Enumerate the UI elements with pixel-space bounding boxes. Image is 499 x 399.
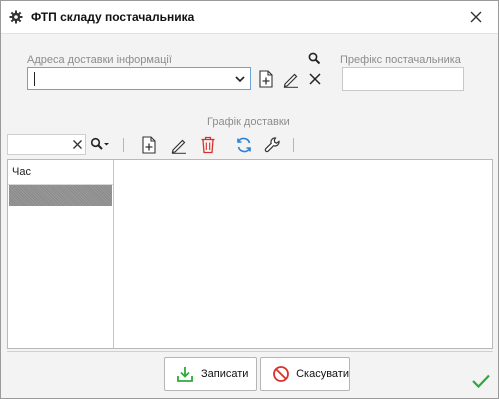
prefix-input[interactable] [342,67,464,91]
address-label: Адреса доставки інформації [27,54,172,66]
download-icon [175,364,195,384]
toolbar-separator [293,138,294,152]
prohibited-icon [271,364,290,384]
schedule-label: Графік доставки [207,116,290,128]
settings-button[interactable] [263,135,283,155]
trash-icon [201,136,215,154]
search-options-button[interactable] [89,134,111,154]
column-header-time[interactable]: Час [8,160,113,185]
search-icon [308,52,320,64]
cancel-button[interactable]: Скасувати [260,357,350,391]
pencil-icon [283,73,298,88]
dialog-window: ФТП складу постачальника Адреса доставки… [0,0,499,399]
schedule-search-box[interactable] [7,134,86,155]
refresh-button[interactable] [234,135,254,155]
schedule-grid[interactable]: Час [7,159,493,349]
schedule-search-input[interactable] [11,137,69,152]
checkmark-icon[interactable] [471,373,491,389]
toolbar-separator [123,138,124,152]
edit-address-button[interactable] [281,69,301,89]
table-row-selected[interactable] [9,185,112,206]
close-icon [470,11,482,23]
clear-address-button[interactable] [305,69,325,89]
footer-divider [7,351,493,352]
search-icon [90,137,109,150]
pencil-icon [171,139,186,154]
new-document-icon [259,70,273,88]
close-icon [309,73,321,85]
refresh-icon [237,137,251,153]
gear-icon [9,10,23,24]
clear-search-icon[interactable] [72,139,83,150]
cancel-button-label: Скасувати [296,368,349,380]
window-title: ФТП складу постачальника [31,10,195,24]
search-address-button[interactable] [306,50,322,66]
address-combobox[interactable] [27,67,251,90]
delete-schedule-button[interactable] [198,135,218,155]
edit-schedule-button[interactable] [169,135,189,155]
save-button[interactable]: Записати [164,357,257,391]
new-document-icon [142,136,156,154]
wrench-icon [264,137,280,153]
time-column: Час [8,160,114,348]
add-schedule-button[interactable] [139,135,159,155]
chevron-down-icon[interactable] [234,73,246,85]
close-button[interactable] [465,7,487,27]
title-bar: ФТП складу постачальника [1,1,498,34]
save-button-label: Записати [201,368,249,380]
add-address-button[interactable] [256,69,276,89]
column-header-label: Час [12,166,31,178]
prefix-label: Префікс постачальника [340,54,461,66]
address-input[interactable] [32,71,228,86]
